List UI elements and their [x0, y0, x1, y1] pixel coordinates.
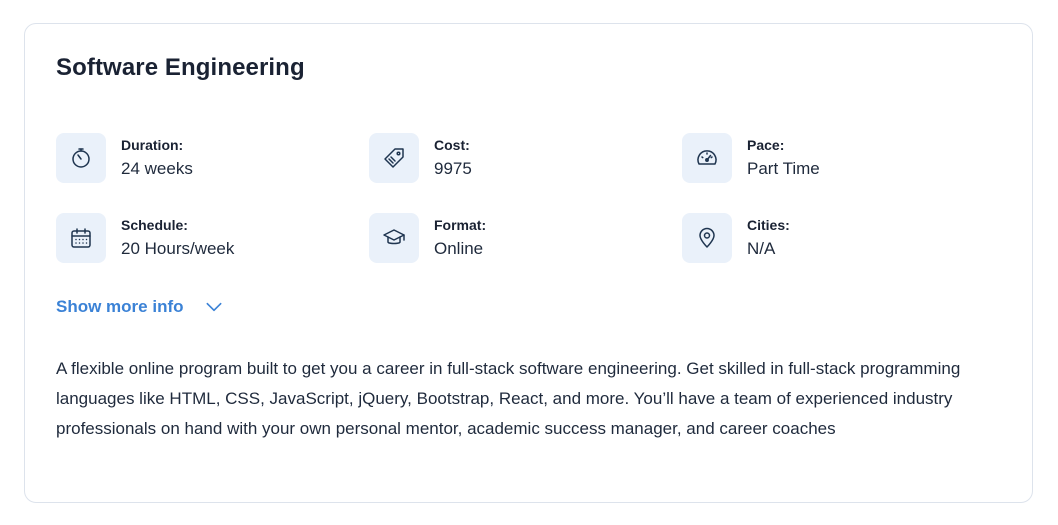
detail-value: 9975	[434, 159, 472, 178]
detail-value: Online	[434, 239, 484, 258]
show-more-label: Show more info	[56, 297, 184, 316]
program-card: Software Engineering Duration: 24 weeks	[24, 23, 1033, 503]
timer-icon	[56, 133, 106, 183]
detail-label: Cost:	[434, 137, 470, 153]
detail-cities: Cities: N/A	[682, 213, 995, 263]
detail-schedule: Schedule: 20 Hours/week	[56, 213, 369, 263]
detail-label: Duration:	[121, 137, 184, 153]
detail-label: Schedule:	[121, 217, 188, 233]
program-title: Software Engineering	[56, 54, 305, 81]
show-more-button[interactable]: Show more info	[56, 297, 224, 317]
detail-value: 20 Hours/week	[121, 239, 235, 258]
chevron-down-icon	[206, 302, 221, 312]
calendar-icon	[56, 213, 106, 263]
graduation-cap-icon	[369, 213, 419, 263]
detail-value: Part Time	[747, 159, 820, 178]
detail-duration: Duration: 24 weeks	[56, 133, 369, 183]
program-details: Duration: 24 weeks Cost: 9975 Pace: Part…	[56, 133, 1016, 263]
detail-label: Format:	[434, 217, 487, 233]
detail-value: 24 weeks	[121, 159, 193, 178]
detail-pace: Pace: Part Time	[682, 133, 995, 183]
detail-label: Cities:	[747, 217, 790, 233]
price-tag-icon	[369, 133, 419, 183]
map-pin-icon	[682, 213, 732, 263]
detail-value: N/A	[747, 239, 776, 258]
speedometer-icon	[682, 133, 732, 183]
detail-format: Format: Online	[369, 213, 682, 263]
detail-cost: Cost: 9975	[369, 133, 682, 183]
program-description: A flexible online program built to get y…	[56, 359, 961, 438]
detail-label: Pace:	[747, 137, 785, 153]
